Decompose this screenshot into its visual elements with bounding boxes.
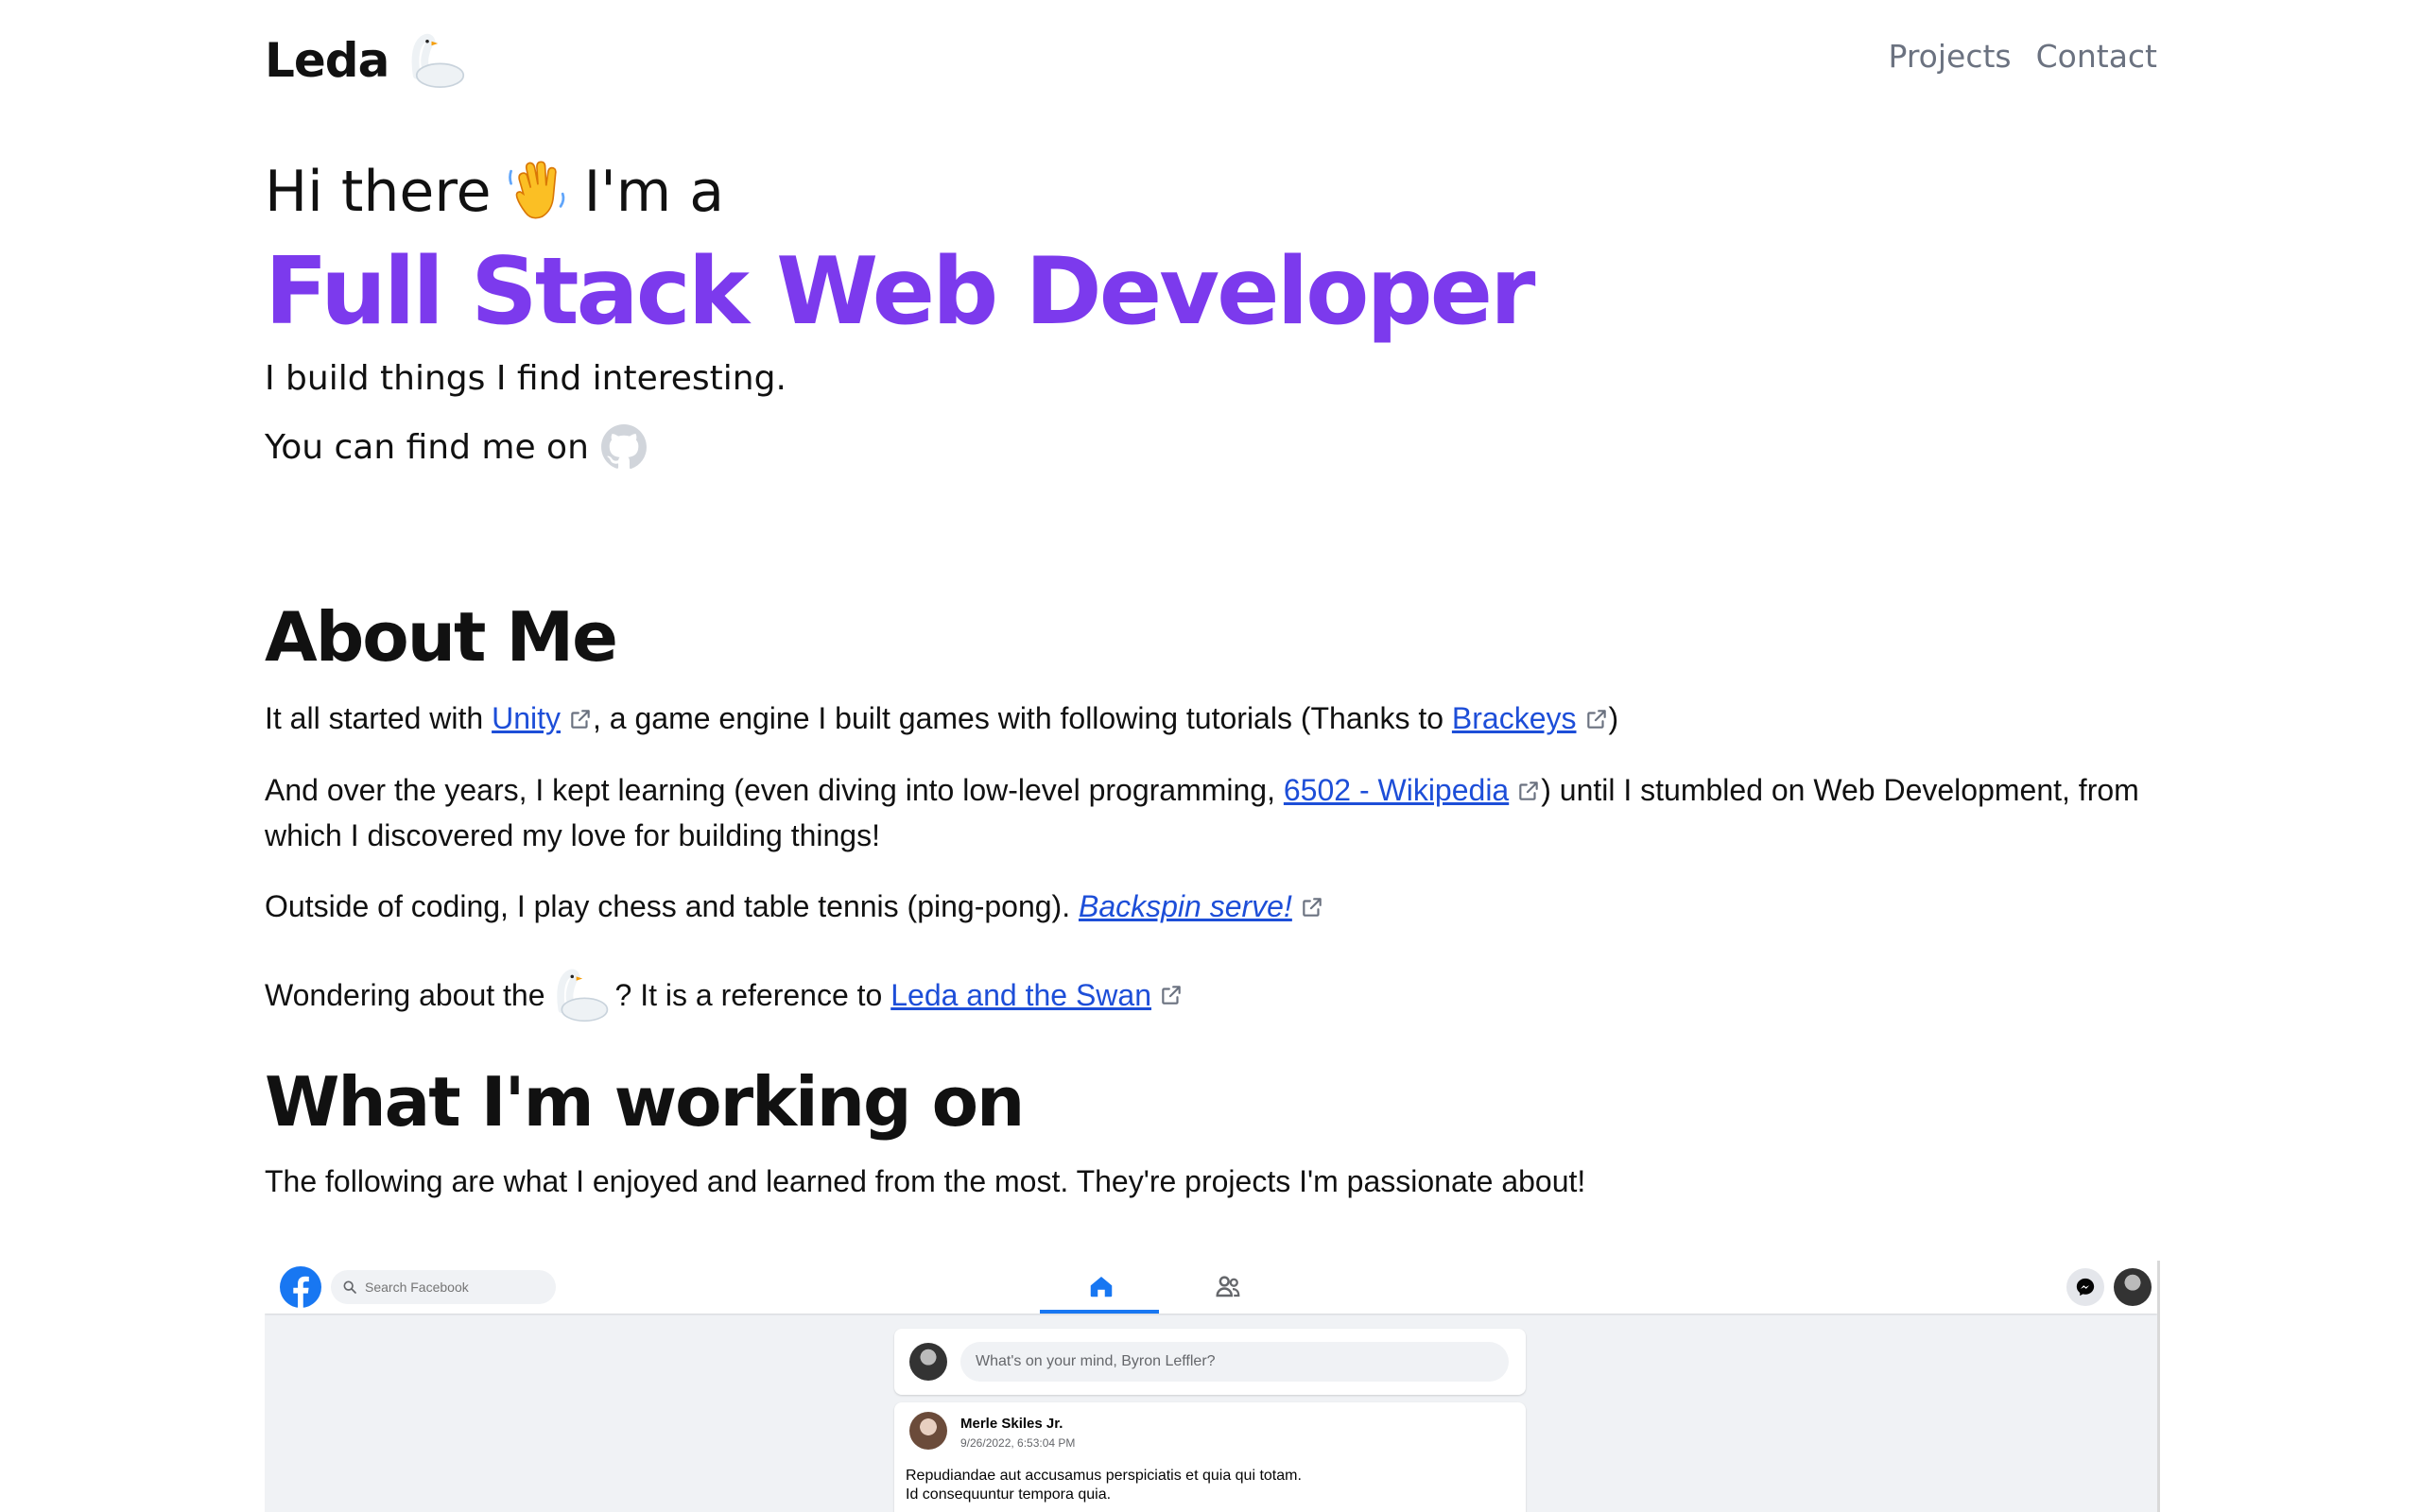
brand-logo[interactable]: Leda (265, 26, 470, 94)
backspin-serve-link[interactable]: Backspin serve! (1079, 889, 1292, 923)
external-link-icon (1162, 986, 1181, 1005)
swan-icon (556, 969, 608, 1022)
nav-contact[interactable]: Contact (2036, 38, 2157, 75)
hero-title: Full Stack Web Developer (265, 238, 1535, 346)
work-heading: What I'm working on (265, 1062, 1025, 1142)
avatar (909, 1343, 947, 1381)
about-p3-text: Outside of coding, I play chess and tabl… (265, 889, 1079, 923)
fb-create-post: What's on your mind, Byron Leffler? (894, 1329, 1526, 1395)
find-me-text: You can find me on (265, 427, 589, 467)
about-p4-middle: ? It is a reference to (614, 978, 891, 1012)
find-me-line: You can find me on (265, 423, 648, 471)
brackeys-link[interactable]: Brackeys (1452, 701, 1577, 735)
fb-topbar (265, 1261, 2157, 1314)
about-heading: About Me (265, 597, 618, 677)
main-nav: Projects Contact (1889, 38, 2158, 75)
about-paragraph-4: Wondering about the ? It is a reference … (265, 962, 2157, 1028)
fb-search-input[interactable] (363, 1279, 546, 1296)
external-link-icon (1519, 782, 1538, 800)
post-line-1: Repudiandae aut accusamus perspiciatis e… (906, 1468, 1302, 1484)
post-author[interactable]: Merle Skiles Jr. (960, 1416, 1063, 1432)
friends-icon[interactable] (1214, 1272, 1242, 1300)
unity-link[interactable]: Unity (492, 701, 561, 735)
about-p1-text: It all started with (265, 701, 493, 735)
about-paragraph-3: Outside of coding, I play chess and tabl… (265, 884, 2157, 929)
work-intro: The following are what I enjoyed and lea… (265, 1164, 1586, 1198)
leda-swan-link[interactable]: Leda and the Swan (890, 972, 1151, 1018)
brand-name: Leda (265, 33, 389, 88)
facebook-logo-icon (280, 1266, 321, 1308)
home-icon[interactable] (1087, 1272, 1115, 1300)
about-paragraph-2: And over the years, I kept learning (eve… (265, 767, 2157, 858)
search-icon (343, 1280, 356, 1294)
messenger-icon (2076, 1278, 2095, 1297)
about-p1-after: ) (1608, 701, 1619, 735)
nav-projects[interactable]: Projects (1889, 38, 2012, 75)
page-container: Leda Projects Contact Hi there I'm a Ful… (265, 0, 2160, 1512)
external-link-icon (1303, 898, 1322, 917)
github-icon[interactable] (600, 423, 648, 471)
fb-search-bar[interactable] (331, 1270, 556, 1304)
active-tab-indicator (1040, 1310, 1159, 1314)
messenger-button[interactable] (2066, 1268, 2104, 1306)
greeting-text-start: Hi there (265, 159, 492, 225)
hero-subtitle: I build things I find interesting. (265, 359, 786, 398)
external-link-icon (571, 710, 590, 729)
about-p2-text: And over the years, I kept learning (eve… (265, 773, 1284, 807)
post-line-2: Id consequuntur tempora quia. (906, 1486, 1112, 1503)
fb-profile-avatar[interactable] (2114, 1268, 2152, 1306)
about-p4-text: Wondering about the (265, 978, 545, 1012)
fb-post-card: Merle Skiles Jr. 9/26/2022, 6:53:04 PM R… (894, 1402, 1526, 1512)
about-p1-middle: , a game engine I built games with follo… (593, 701, 1452, 735)
about-paragraph-1: It all started with Unity , a game engine… (265, 696, 2157, 741)
greeting-text-end: I'm a (583, 159, 725, 225)
post-timestamp: 9/26/2022, 6:53:04 PM (960, 1436, 1076, 1450)
hero-greeting: Hi there I'm a (265, 159, 724, 225)
post-body: Repudiandae aut accusamus perspiciatis e… (906, 1467, 1302, 1504)
fb-compose-input[interactable]: What's on your mind, Byron Leffler? (960, 1342, 1509, 1382)
waving-hand-icon (508, 161, 564, 219)
avatar (909, 1412, 947, 1450)
external-link-icon (1586, 710, 1606, 729)
project-screenshot[interactable]: What's on your mind, Byron Leffler? Merl… (265, 1261, 2160, 1512)
wikipedia-6502-link[interactable]: 6502 - Wikipedia (1284, 773, 1509, 807)
swan-icon (411, 33, 465, 88)
site-header: Leda Projects Contact (265, 0, 2157, 121)
